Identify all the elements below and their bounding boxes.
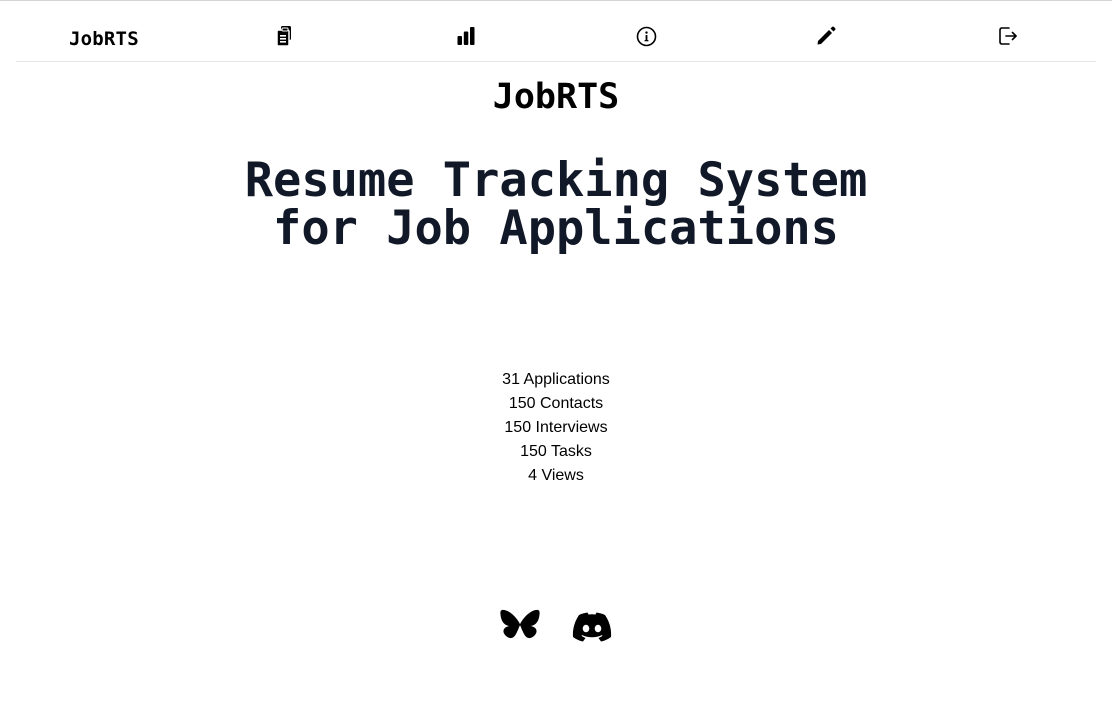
discord-icon[interactable] [572, 607, 612, 647]
stat-views: 4 Views [528, 467, 584, 484]
bluesky-icon[interactable] [500, 607, 540, 647]
hero-brand-title: JobRTS [492, 77, 620, 117]
edit-icon[interactable] [814, 24, 838, 48]
stat-applications: 31 Applications [502, 371, 610, 388]
navbar: JobRTS [16, 1, 1096, 62]
stat-tasks: 150 Tasks [520, 443, 592, 460]
stat-contacts: 150 Contacts [508, 395, 604, 412]
info-icon[interactable] [634, 24, 658, 48]
headline-line-1: Resume Tracking System [244, 153, 868, 208]
social-links [0, 607, 1112, 647]
stat-interviews: 150 Interviews [504, 419, 608, 436]
hero-headline: Resume Tracking System for Job Applicati… [0, 157, 1112, 253]
nav-brand-link[interactable]: JobRTS [69, 28, 139, 50]
applications-icon[interactable] [273, 24, 297, 48]
logout-icon[interactable] [996, 24, 1020, 48]
headline-line-2: for Job Applications [273, 201, 839, 256]
stats-list: 31 Applications 150 Contacts 150 Intervi… [0, 368, 1112, 488]
stats-icon[interactable] [454, 24, 478, 48]
